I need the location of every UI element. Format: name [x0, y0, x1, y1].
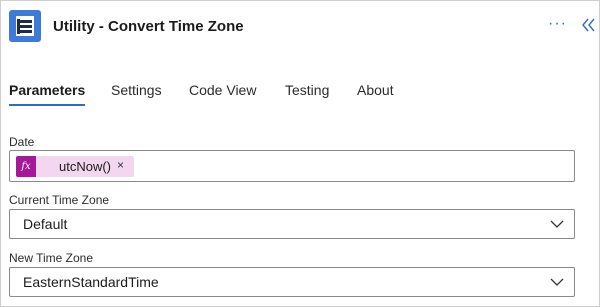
current-time-zone-label: Current Time Zone	[9, 193, 110, 207]
panel-header: Utility - Convert Time Zone ···	[1, 1, 599, 53]
tab-parameters[interactable]: Parameters	[9, 82, 85, 98]
current-time-zone-dropdown[interactable]: Default	[9, 209, 575, 239]
chevron-down-icon	[550, 220, 564, 228]
tab-about[interactable]: About	[357, 82, 394, 98]
collapse-panel-button[interactable]	[579, 16, 597, 34]
expression-value: utcNow()	[59, 159, 112, 174]
panel-title: Utility - Convert Time Zone	[53, 18, 244, 35]
function-icon: fx	[16, 156, 36, 177]
new-time-zone-value: EasternStandardTime	[23, 274, 159, 290]
chevron-down-icon	[550, 278, 564, 286]
tab-code-view[interactable]: Code View	[189, 82, 256, 98]
tab-bar: Parameters Settings Code View Testing Ab…	[1, 77, 599, 111]
new-time-zone-dropdown[interactable]: EasternStandardTime	[9, 267, 575, 297]
tab-testing[interactable]: Testing	[285, 82, 329, 98]
current-time-zone-value: Default	[23, 216, 68, 232]
utility-app-icon	[9, 10, 41, 42]
more-options-button[interactable]: ···	[548, 15, 567, 33]
double-chevron-left-icon	[582, 18, 595, 32]
date-label: Date	[9, 135, 35, 149]
expression-token[interactable]: fx utcNow() ×	[16, 156, 134, 177]
connector-details-panel: Utility - Convert Time Zone ··· Paramete…	[0, 0, 600, 307]
new-time-zone-label: New Time Zone	[9, 251, 94, 265]
active-tab-indicator	[9, 104, 85, 106]
remove-token-button[interactable]: ×	[117, 158, 124, 172]
date-field[interactable]: fx utcNow() ×	[9, 150, 575, 182]
tab-settings[interactable]: Settings	[111, 82, 162, 98]
